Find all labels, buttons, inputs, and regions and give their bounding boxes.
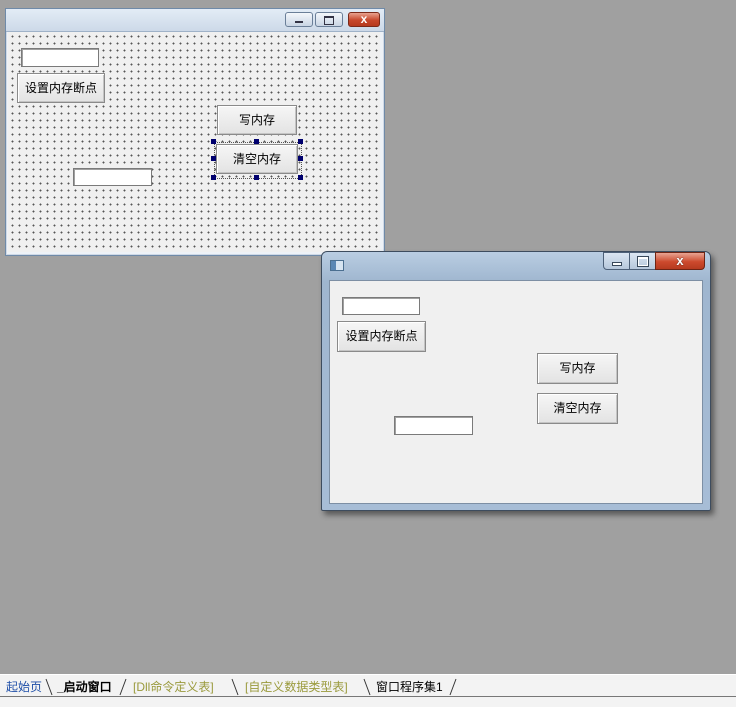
design-edit-box-bottom[interactable] [73, 168, 152, 186]
form-designer-window: x 设置内存断点 写内存 清空内存 [5, 8, 385, 256]
tab-dll-command-table[interactable]: [Dll命令定义表] [133, 679, 214, 696]
maximize-icon [324, 16, 334, 25]
tab-window-assembly-1[interactable]: 窗口程序集1 [376, 679, 443, 696]
tab-custom-data-type-table[interactable]: [自定义数据类型表] [245, 679, 348, 696]
set-breakpoint-button[interactable]: 设置内存断点 [337, 321, 426, 352]
design-edit-box-top[interactable] [21, 48, 99, 67]
maximize-button[interactable] [315, 12, 343, 27]
resize-handle[interactable] [298, 156, 303, 161]
tab-separator [45, 678, 53, 696]
tab-bar-baseline [0, 696, 736, 697]
minimize-icon [612, 263, 621, 265]
form-designer-title-bar: x [6, 9, 384, 32]
resize-handle[interactable] [211, 156, 216, 161]
tab-startup-window[interactable]: _启动窗口 [57, 679, 112, 696]
window-icon [330, 260, 344, 271]
close-button[interactable]: x [655, 252, 705, 270]
maximize-icon [637, 257, 648, 266]
caption-buttons: x [603, 252, 705, 271]
resize-handle[interactable] [211, 139, 216, 144]
resize-handle[interactable] [211, 175, 216, 180]
design-clear-memory-button[interactable]: 清空内存 [216, 144, 298, 174]
close-icon: x [676, 253, 684, 268]
tab-separator [119, 678, 127, 696]
minimize-button[interactable] [285, 12, 313, 27]
resize-handle[interactable] [254, 139, 259, 144]
runtime-edit-box-bottom[interactable] [394, 416, 473, 435]
design-write-memory-button[interactable]: 写内存 [217, 105, 297, 135]
document-tab-bar: 起始页 _启动窗口 [Dll命令定义表] [自定义数据类型表] 窗口程序集1 [0, 674, 736, 707]
tab-start-page[interactable]: 起始页 [6, 679, 42, 696]
tab-separator [363, 678, 371, 696]
clear-memory-button[interactable]: 清空内存 [537, 393, 618, 424]
form-design-canvas[interactable]: 设置内存断点 写内存 清空内存 [8, 32, 380, 252]
close-button[interactable]: x [348, 12, 380, 27]
write-memory-button[interactable]: 写内存 [537, 353, 618, 384]
maximize-button[interactable] [629, 252, 656, 270]
runtime-edit-box-top[interactable] [342, 297, 420, 315]
resize-handle[interactable] [298, 139, 303, 144]
resize-handle[interactable] [254, 175, 259, 180]
design-set-breakpoint-button[interactable]: 设置内存断点 [17, 73, 105, 103]
minimize-button[interactable] [603, 252, 630, 270]
tab-separator [449, 678, 457, 696]
close-icon: x [360, 12, 368, 26]
minimize-icon [295, 21, 303, 23]
runtime-window: x 设置内存断点 写内存 清空内存 [321, 251, 711, 511]
resize-handle[interactable] [298, 175, 303, 180]
tab-separator [231, 678, 239, 696]
runtime-client-area: 设置内存断点 写内存 清空内存 [329, 280, 703, 504]
